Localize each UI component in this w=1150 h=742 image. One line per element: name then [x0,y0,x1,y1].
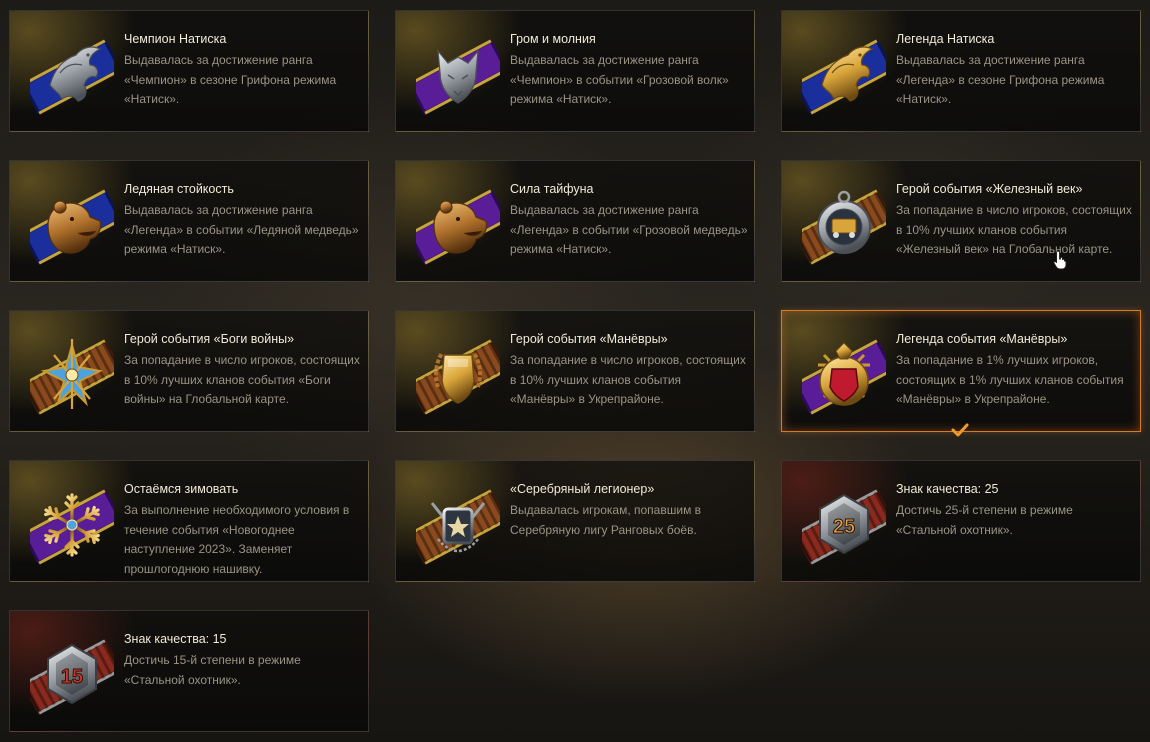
achievement-card[interactable]: Сила тайфуна Выдавалась за достижение ра… [395,160,755,282]
achievement-title: Герой события «Боги войны» [124,332,295,346]
achievement-card[interactable]: Легенда Натиска Выдавалась за достижение… [781,10,1141,132]
achievement-description: Достичь 15-й степени в режиме «Стальной … [124,653,301,687]
achievement-title: Легенда события «Манёвры» [896,332,1068,346]
achievement-card[interactable]: Гром и молния Выдавалась за достижение р… [395,10,755,132]
ruby-shield-icon [802,325,886,421]
quality-15-badge-icon: 15 [30,625,114,721]
emblem [821,46,874,102]
achievement-title: Легенда Натиска [896,32,995,46]
achievement-description: Выдавалась за достижение ранга «Чемпион»… [510,53,729,107]
achievement-description: Выдавалась за достижение ранга «Легенда»… [896,53,1105,107]
achievement-card[interactable]: Герой события «Боги войны» За попадание … [9,310,369,432]
griffin-silver-icon [30,25,114,121]
achievement-description: За попадание в число игроков, состоящих … [896,203,1132,257]
achievement-card[interactable]: «Серебряный легионер» Выдавалась игрокам… [395,460,755,582]
achievement-description: За попадание в 1% лучших игроков, состоя… [896,353,1124,407]
war-gods-emblem-icon [30,325,114,421]
achievement-title: Знак качества: 25 [896,482,999,496]
train-medal-icon [802,175,886,271]
achievement-description: Выдавалась за достижение ранга «Легенда»… [510,203,748,257]
griffin-gold-icon [802,25,886,121]
achievement-card[interactable]: 15 Знак качества: 15 Достичь 15-й степен… [9,610,369,732]
achievement-title: Знак качества: 15 [124,632,227,646]
achievement-title: Гром и молния [510,32,596,46]
hand-cursor-icon [1053,250,1067,270]
svg-text:25: 25 [833,516,855,538]
achievement-description: За выполнение необходимого условия в теч… [124,503,350,576]
selected-check-icon [951,423,969,437]
achievement-description: За попадание в число игроков, состоящих … [510,353,746,407]
achievement-description: Достичь 25-й степени в режиме «Стальной … [896,503,1073,537]
achievement-title: Герой события «Железный век» [896,182,1083,196]
achievement-card[interactable]: Герой события «Манёвры» За попадание в ч… [395,310,755,432]
achievement-description: Выдавалась игрокам, попавшим в Серебряну… [510,503,702,537]
achievement-card[interactable]: Чемпион Натиска Выдавалась за достижение… [9,10,369,132]
svg-text:15: 15 [61,666,83,688]
wolf-silver-icon [416,25,500,121]
achievement-title: Сила тайфуна [510,182,594,196]
achievement-description: За попадание в число игроков, состоящих … [124,353,360,407]
emblem: 25 [819,493,869,555]
emblem [49,46,102,102]
achievement-description: Выдавалась за достижение ранга «Легенда»… [124,203,359,257]
achievement-title: Герой события «Манёвры» [510,332,668,346]
achievement-card[interactable]: 25 Знак качества: 25 Достичь 25-й степен… [781,460,1141,582]
bear-gold-icon [416,175,500,271]
achievement-card[interactable]: Герой события «Железный век» За попадани… [781,160,1141,282]
silver-star-legion-icon [416,475,500,571]
achievement-title: Чемпион Натиска [124,32,227,46]
shield-laurel-icon [416,325,500,421]
bear-gold-icon [30,175,114,271]
achievement-title: «Серебряный легионер» [510,482,655,496]
snowflake-icon [30,475,114,571]
achievement-card[interactable]: Ледяная стойкость Выдавалась за достижен… [9,160,369,282]
quality-25-badge-icon: 25 [802,475,886,571]
emblem: 15 [47,643,97,705]
achievement-description: Выдавалась за достижение ранга «Чемпион»… [124,53,337,107]
achievements-grid: Чемпион Натиска Выдавалась за достижение… [0,0,1150,742]
achievement-title: Остаёмся зимовать [124,482,239,496]
achievement-title: Ледяная стойкость [124,182,234,196]
achievement-card-selected[interactable]: Легенда события «Манёвры» За попадание в… [781,310,1141,432]
achievement-card[interactable]: Остаёмся зимовать За выполнение необходи… [9,460,369,582]
